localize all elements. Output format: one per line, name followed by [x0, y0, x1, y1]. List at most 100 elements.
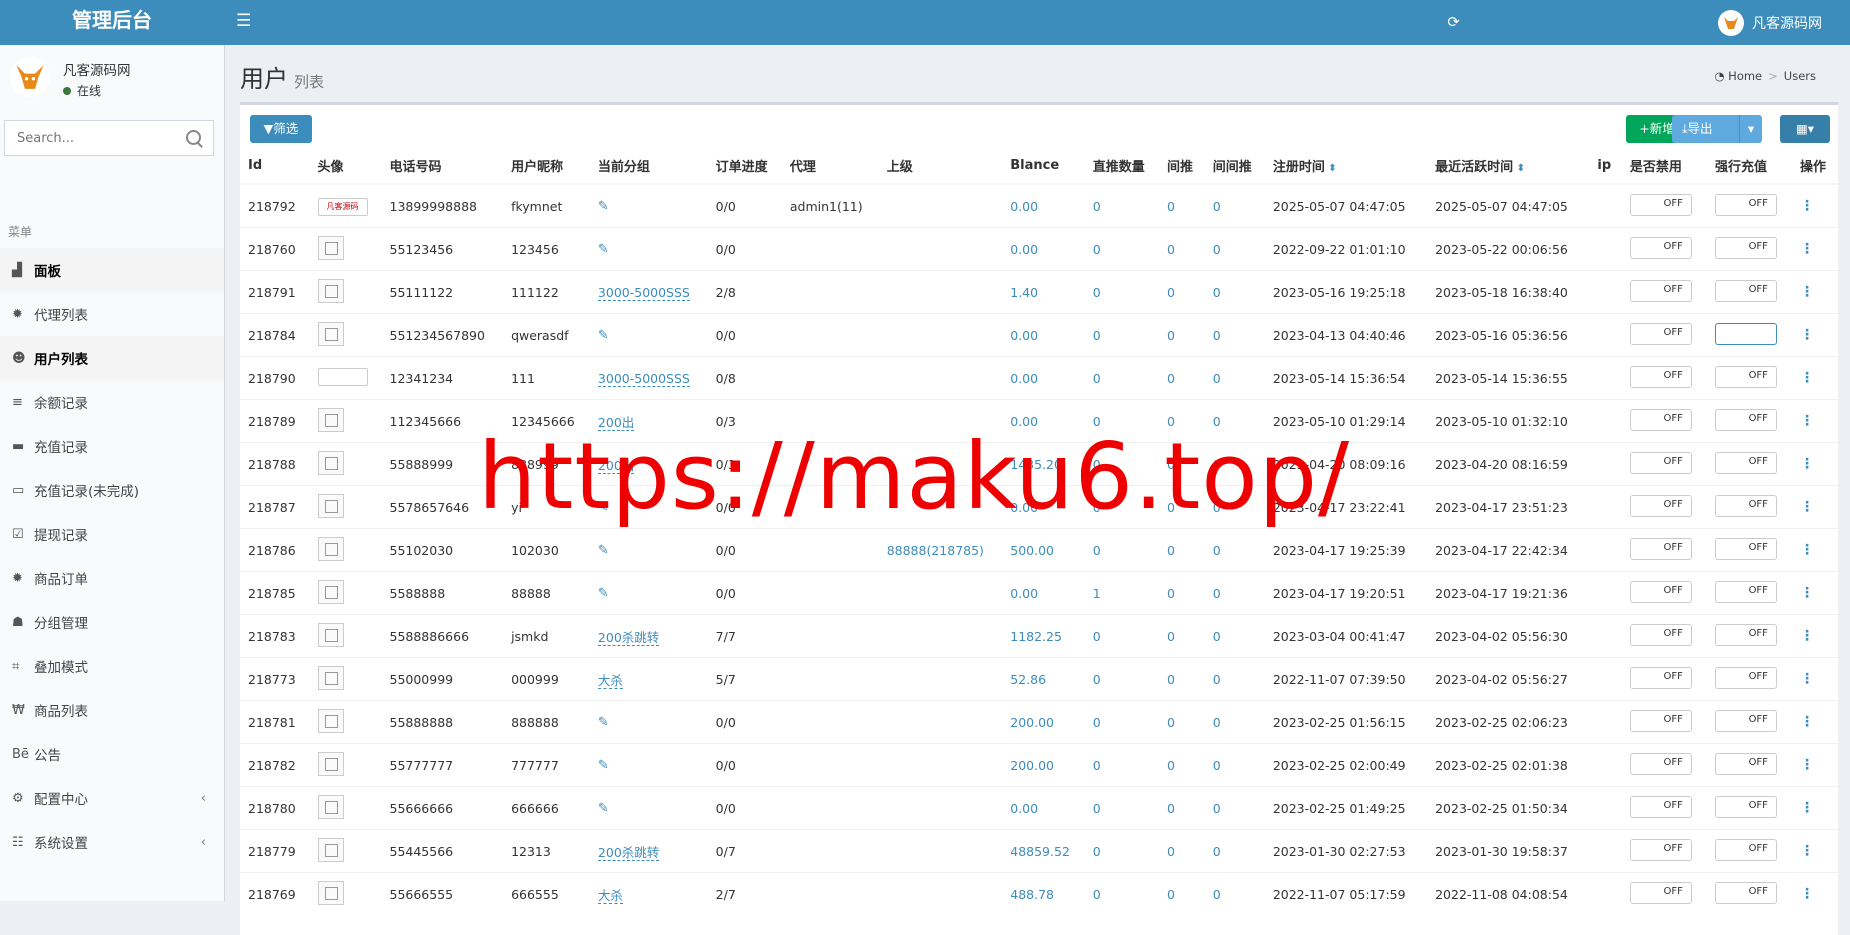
- disable-toggle[interactable]: OFF: [1629, 408, 1692, 431]
- cell-value[interactable]: 0: [1093, 328, 1101, 343]
- force-recharge-toggle[interactable]: OFF: [1714, 795, 1777, 818]
- more-options-icon[interactable]: ⋮: [1800, 198, 1814, 214]
- force-recharge-toggle[interactable]: OFF: [1714, 193, 1777, 216]
- filter-button[interactable]: ▼筛选: [250, 115, 312, 143]
- cell-value[interactable]: 0: [1093, 844, 1101, 859]
- cell-value[interactable]: 0: [1167, 758, 1175, 773]
- more-options-icon[interactable]: ⋮: [1800, 757, 1814, 773]
- more-options-icon[interactable]: ⋮: [1800, 542, 1814, 558]
- cell-value[interactable]: 0: [1093, 285, 1101, 300]
- cell-value[interactable]: 0: [1213, 758, 1221, 773]
- cell-value[interactable]: 0: [1167, 629, 1175, 644]
- disable-toggle[interactable]: OFF: [1629, 322, 1692, 345]
- pencil-icon[interactable]: ✎: [598, 242, 609, 257]
- cell-value[interactable]: 200.00: [1010, 715, 1054, 730]
- cell-value[interactable]: 0: [1093, 371, 1101, 386]
- cell-value[interactable]: 0: [1167, 414, 1175, 429]
- sidebar-item[interactable]: ▭ 充值记录(未完成): [0, 468, 224, 512]
- cell-value[interactable]: 0: [1167, 844, 1175, 859]
- sidebar-item[interactable]: ✹ 代理列表: [0, 292, 224, 336]
- pencil-icon[interactable]: ✎: [598, 199, 609, 214]
- disable-toggle[interactable]: OFF: [1629, 666, 1692, 689]
- cell-value[interactable]: 0: [1093, 758, 1101, 773]
- sidebar-item[interactable]: ▟ 面板: [0, 248, 224, 292]
- group-link[interactable]: 200出: [597, 414, 635, 431]
- more-options-icon[interactable]: ⋮: [1800, 843, 1814, 859]
- cell-value[interactable]: 488.78: [1010, 887, 1054, 902]
- disable-toggle[interactable]: OFF: [1629, 537, 1692, 560]
- force-recharge-toggle[interactable]: OFF: [1714, 580, 1777, 603]
- sidebar-item[interactable]: ☑ 提现记录: [0, 512, 224, 556]
- user-menu[interactable]: 凡客源码网: [1718, 0, 1850, 45]
- cell-value[interactable]: 0: [1167, 715, 1175, 730]
- cell-value[interactable]: 0: [1213, 414, 1221, 429]
- force-recharge-toggle[interactable]: OFF: [1714, 881, 1777, 904]
- disable-toggle[interactable]: OFF: [1629, 795, 1692, 818]
- cell-value[interactable]: 0: [1093, 629, 1101, 644]
- cell-value[interactable]: 0.00: [1010, 371, 1038, 386]
- sidebar-item[interactable]: ▬ 充值记录: [0, 424, 224, 468]
- disable-toggle[interactable]: OFF: [1629, 580, 1692, 603]
- pencil-icon[interactable]: ✎: [598, 328, 609, 343]
- cell-value[interactable]: 0: [1167, 371, 1175, 386]
- more-options-icon[interactable]: ⋮: [1800, 628, 1814, 644]
- more-options-icon[interactable]: ⋮: [1800, 499, 1814, 515]
- cell-value[interactable]: 0: [1213, 242, 1221, 257]
- cell-value[interactable]: 0: [1167, 457, 1175, 472]
- disable-toggle[interactable]: OFF: [1629, 752, 1692, 775]
- force-recharge-toggle[interactable]: OFF: [1714, 279, 1777, 302]
- more-options-icon[interactable]: ⋮: [1800, 800, 1814, 816]
- cell-value[interactable]: 0: [1167, 328, 1175, 343]
- force-recharge-toggle[interactable]: OFF: [1714, 666, 1777, 689]
- group-link[interactable]: 200杀跳转: [597, 844, 660, 861]
- cell-value[interactable]: 0: [1167, 801, 1175, 816]
- column-header[interactable]: 最近活跃时间 ⬍: [1427, 147, 1590, 185]
- disable-toggle[interactable]: OFF: [1629, 494, 1692, 517]
- pencil-icon[interactable]: ✎: [598, 586, 609, 601]
- cell-value[interactable]: 0.00: [1010, 328, 1038, 343]
- columns-button[interactable]: ▦▾: [1780, 115, 1830, 143]
- group-link[interactable]: 3000-5000SSS: [597, 370, 690, 387]
- cell-value[interactable]: 0: [1093, 199, 1101, 214]
- force-recharge-toggle[interactable]: OFF: [1714, 494, 1777, 517]
- cell-value[interactable]: 1435.20: [1010, 457, 1062, 472]
- cell-value[interactable]: 0: [1167, 242, 1175, 257]
- more-options-icon[interactable]: ⋮: [1800, 241, 1814, 257]
- disable-toggle[interactable]: OFF: [1629, 236, 1692, 259]
- cell-value[interactable]: 52.86: [1010, 672, 1046, 687]
- app-logo[interactable]: 管理后台: [0, 0, 224, 45]
- pencil-icon[interactable]: ✎: [598, 758, 609, 773]
- more-options-icon[interactable]: ⋮: [1800, 671, 1814, 687]
- disable-toggle[interactable]: OFF: [1629, 838, 1692, 861]
- group-link[interactable]: 3000-5000SSS: [597, 284, 690, 301]
- sidebar-item[interactable]: ₩ 商品列表: [0, 688, 224, 732]
- force-recharge-toggle[interactable]: OFF: [1714, 451, 1777, 474]
- force-recharge-toggle[interactable]: OFF: [1714, 408, 1777, 431]
- cell-value[interactable]: 0: [1213, 629, 1221, 644]
- sidebar-item[interactable]: ✹ 商品订单: [0, 556, 224, 600]
- pencil-icon[interactable]: ✎: [598, 543, 609, 558]
- sidebar-item[interactable]: ☷ 系统设置 ‹: [0, 820, 224, 864]
- cell-value[interactable]: 0: [1167, 887, 1175, 902]
- cell-value[interactable]: 0: [1213, 500, 1221, 515]
- export-button[interactable]: ⤓导出 ▾: [1672, 115, 1762, 143]
- disable-toggle[interactable]: OFF: [1629, 881, 1692, 904]
- more-options-icon[interactable]: ⋮: [1800, 714, 1814, 730]
- force-recharge-toggle[interactable]: OFF: [1714, 623, 1777, 646]
- cell-value[interactable]: 88888(218785): [887, 543, 984, 558]
- cell-value[interactable]: 0: [1093, 543, 1101, 558]
- sidebar-item[interactable]: ⌗ 叠加模式: [0, 644, 224, 688]
- cell-value[interactable]: 1.40: [1010, 285, 1038, 300]
- group-link[interactable]: 200杀跳转: [597, 629, 660, 646]
- cell-value[interactable]: 0: [1213, 371, 1221, 386]
- search-icon[interactable]: [186, 130, 201, 145]
- sidebar-item[interactable]: ≡ 余额记录: [0, 380, 224, 424]
- cell-value[interactable]: 0: [1093, 500, 1101, 515]
- cell-value[interactable]: 500.00: [1010, 543, 1054, 558]
- force-recharge-toggle[interactable]: OFF: [1714, 838, 1777, 861]
- more-options-icon[interactable]: ⋮: [1800, 585, 1814, 601]
- cell-value[interactable]: 200.00: [1010, 758, 1054, 773]
- cell-value[interactable]: 0: [1167, 285, 1175, 300]
- cell-value[interactable]: 1182.25: [1010, 629, 1062, 644]
- cell-value[interactable]: 0: [1167, 543, 1175, 558]
